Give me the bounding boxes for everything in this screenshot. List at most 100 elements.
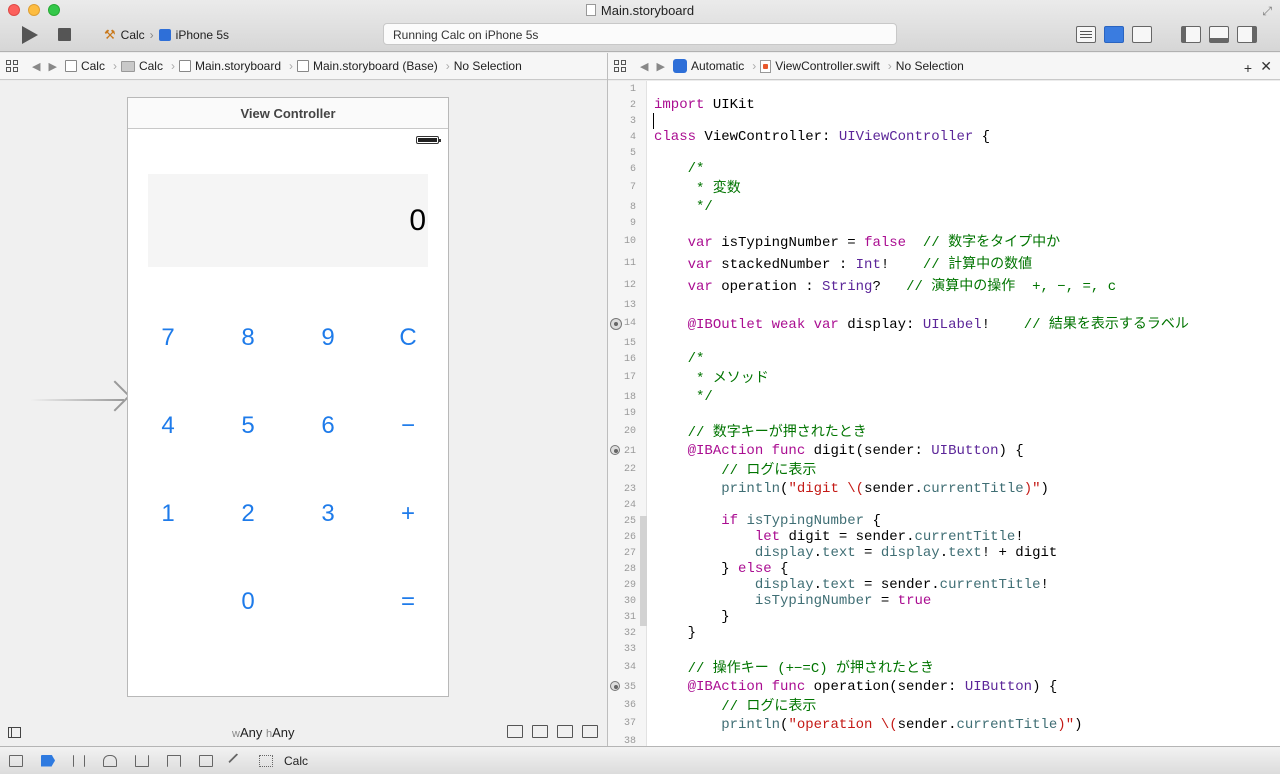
fullscreen-icon[interactable]: ⤢ <box>1262 4 1272 19</box>
swift-file-icon <box>760 59 772 73</box>
add-editor-icon[interactable]: + <box>1244 60 1252 76</box>
display-label[interactable]: 0 <box>148 174 428 267</box>
code-line: } <box>654 625 697 641</box>
related-items-icon[interactable] <box>614 60 626 72</box>
line-number: 15 <box>623 338 636 349</box>
code-line: println("digit \(sender.currentTitle)") <box>721 481 1049 497</box>
code-editor[interactable]: 1 2 3 4 5 6 7 8 9 10 11 12 13 14 15 16 1… <box>608 81 1280 746</box>
line-number: 38 <box>623 736 636 746</box>
key-9-button[interactable]: 9 <box>308 324 348 352</box>
related-items-icon[interactable] <box>6 60 18 72</box>
navigator-toggle-icon[interactable] <box>1181 26 1201 43</box>
step-into-icon[interactable] <box>135 754 149 767</box>
code-line: if isTypingNumber { <box>721 513 881 529</box>
key-clear-button[interactable]: C <box>388 324 428 352</box>
outlet-connection-icon[interactable] <box>610 318 622 330</box>
breadcrumb-localization[interactable]: Main.storyboard (Base) › <box>297 59 450 73</box>
storyboard-file-icon <box>297 60 310 72</box>
simulate-location-icon[interactable] <box>228 752 244 769</box>
line-number: 25 <box>623 516 636 527</box>
line-number: 24 <box>623 500 636 511</box>
breadcrumb-file[interactable]: ViewController.swift › <box>760 59 892 73</box>
key-4-button[interactable]: 4 <box>148 412 188 440</box>
resolve-issues-icon[interactable] <box>557 725 573 738</box>
stop-button[interactable] <box>58 28 71 41</box>
line-number: 17 <box>623 372 636 383</box>
forward-arrow-icon[interactable]: ▶ <box>656 60 664 73</box>
code-line: @IBAction func operation(sender: UIButto… <box>687 679 1058 695</box>
pause-icon[interactable] <box>73 754 85 767</box>
pin-icon[interactable] <box>532 725 548 738</box>
line-number: 8 <box>629 202 636 213</box>
scheme-selector[interactable]: ⚒ Calc › iPhone 5s <box>104 27 229 43</box>
back-arrow-icon[interactable]: ◀ <box>32 60 40 73</box>
key-equals-button[interactable]: = <box>388 588 428 616</box>
document-outline-toggle-icon[interactable] <box>8 727 21 738</box>
resizing-behavior-icon[interactable] <box>582 725 598 738</box>
action-connection-icon[interactable] <box>610 681 620 691</box>
line-number: 10 <box>623 236 636 247</box>
breakpoints-toggle-icon[interactable] <box>41 754 55 767</box>
code-folding-ribbon[interactable] <box>640 516 647 626</box>
close-editor-icon[interactable]: ✕ <box>1260 58 1272 75</box>
assistant-editor-icon[interactable] <box>1104 26 1124 43</box>
hide-debug-area-icon[interactable] <box>9 754 23 767</box>
run-button[interactable] <box>22 26 38 44</box>
line-number: 3 <box>629 116 636 127</box>
key-8-button[interactable]: 8 <box>228 324 268 352</box>
line-number: 22 <box>623 464 636 475</box>
line-number: 36 <box>623 700 636 711</box>
key-2-button[interactable]: 2 <box>228 500 268 528</box>
key-3-button[interactable]: 3 <box>308 500 348 528</box>
code-line: // 操作キー (+−=C) が押されたとき <box>654 661 935 677</box>
code-line: /* <box>654 161 705 177</box>
action-connection-icon[interactable] <box>610 445 620 455</box>
forward-arrow-icon[interactable]: ▶ <box>48 60 56 73</box>
version-editor-icon[interactable] <box>1132 26 1152 43</box>
line-number: 26 <box>623 532 636 543</box>
size-class-selector[interactable]: wAny hAny <box>232 725 295 740</box>
key-minus-button[interactable]: − <box>388 412 428 440</box>
breadcrumb-selection[interactable]: No Selection <box>454 59 522 73</box>
key-7-button[interactable]: 7 <box>148 324 188 352</box>
breadcrumb-selection[interactable]: No Selection <box>896 59 964 73</box>
step-out-icon[interactable] <box>167 754 181 767</box>
debug-target-label[interactable]: Calc <box>284 754 308 768</box>
breadcrumb-automatic[interactable]: Automatic › <box>672 59 756 73</box>
project-icon <box>64 60 77 72</box>
align-icon[interactable] <box>507 725 523 738</box>
storyboard-canvas[interactable]: View Controller 0 7 8 9 C 4 5 6 − 1 2 3 … <box>0 81 607 746</box>
storyboard-jump-bar: ◀ ▶ Calc › Calc › Main.storyboard › Main.st… <box>0 53 607 80</box>
key-plus-button[interactable]: + <box>388 500 428 528</box>
view-controller-scene[interactable]: View Controller 0 7 8 9 C 4 5 6 − 1 2 3 … <box>127 97 449 697</box>
step-over-icon[interactable] <box>103 754 117 767</box>
breadcrumb-project[interactable]: Calc › <box>64 59 117 73</box>
line-number: 5 <box>629 148 636 159</box>
code-line: import UIKit <box>654 97 755 113</box>
utilities-toggle-icon[interactable] <box>1237 26 1257 43</box>
code-line: let digit = sender.currentTitle! <box>754 529 1024 545</box>
key-6-button[interactable]: 6 <box>308 412 348 440</box>
key-1-button[interactable]: 1 <box>148 500 188 528</box>
code-line: */ <box>654 389 713 405</box>
standard-editor-icon[interactable] <box>1076 26 1096 43</box>
view-debugging-icon[interactable] <box>199 754 213 767</box>
breadcrumb-group[interactable]: Calc › <box>120 59 175 73</box>
line-number: 13 <box>623 300 636 311</box>
debug-area-toggle-icon[interactable] <box>1209 26 1229 43</box>
code-line: * メソッド <box>654 371 769 387</box>
title-bar: Main.storyboard ⤢ ⚒ Calc › iPhone 5s Run… <box>0 0 1280 52</box>
back-arrow-icon[interactable]: ◀ <box>640 60 648 73</box>
key-0-button[interactable]: 0 <box>228 588 268 616</box>
scene-title[interactable]: View Controller <box>128 98 448 129</box>
view-toggle-group <box>1181 26 1257 43</box>
assistant-jump-bar: ◀ ▶ Automatic › ViewController.swift › No … <box>608 53 1280 80</box>
width-class-prefix: w <box>232 728 240 740</box>
line-number: 18 <box>623 392 636 403</box>
breadcrumb-file[interactable]: Main.storyboard › <box>178 59 293 73</box>
folder-icon <box>120 60 135 72</box>
line-number: 33 <box>623 644 636 655</box>
key-5-button[interactable]: 5 <box>228 412 268 440</box>
line-number: 29 <box>623 580 636 591</box>
code-line: @IBOutlet weak var display: UILabel! // … <box>687 317 1189 333</box>
